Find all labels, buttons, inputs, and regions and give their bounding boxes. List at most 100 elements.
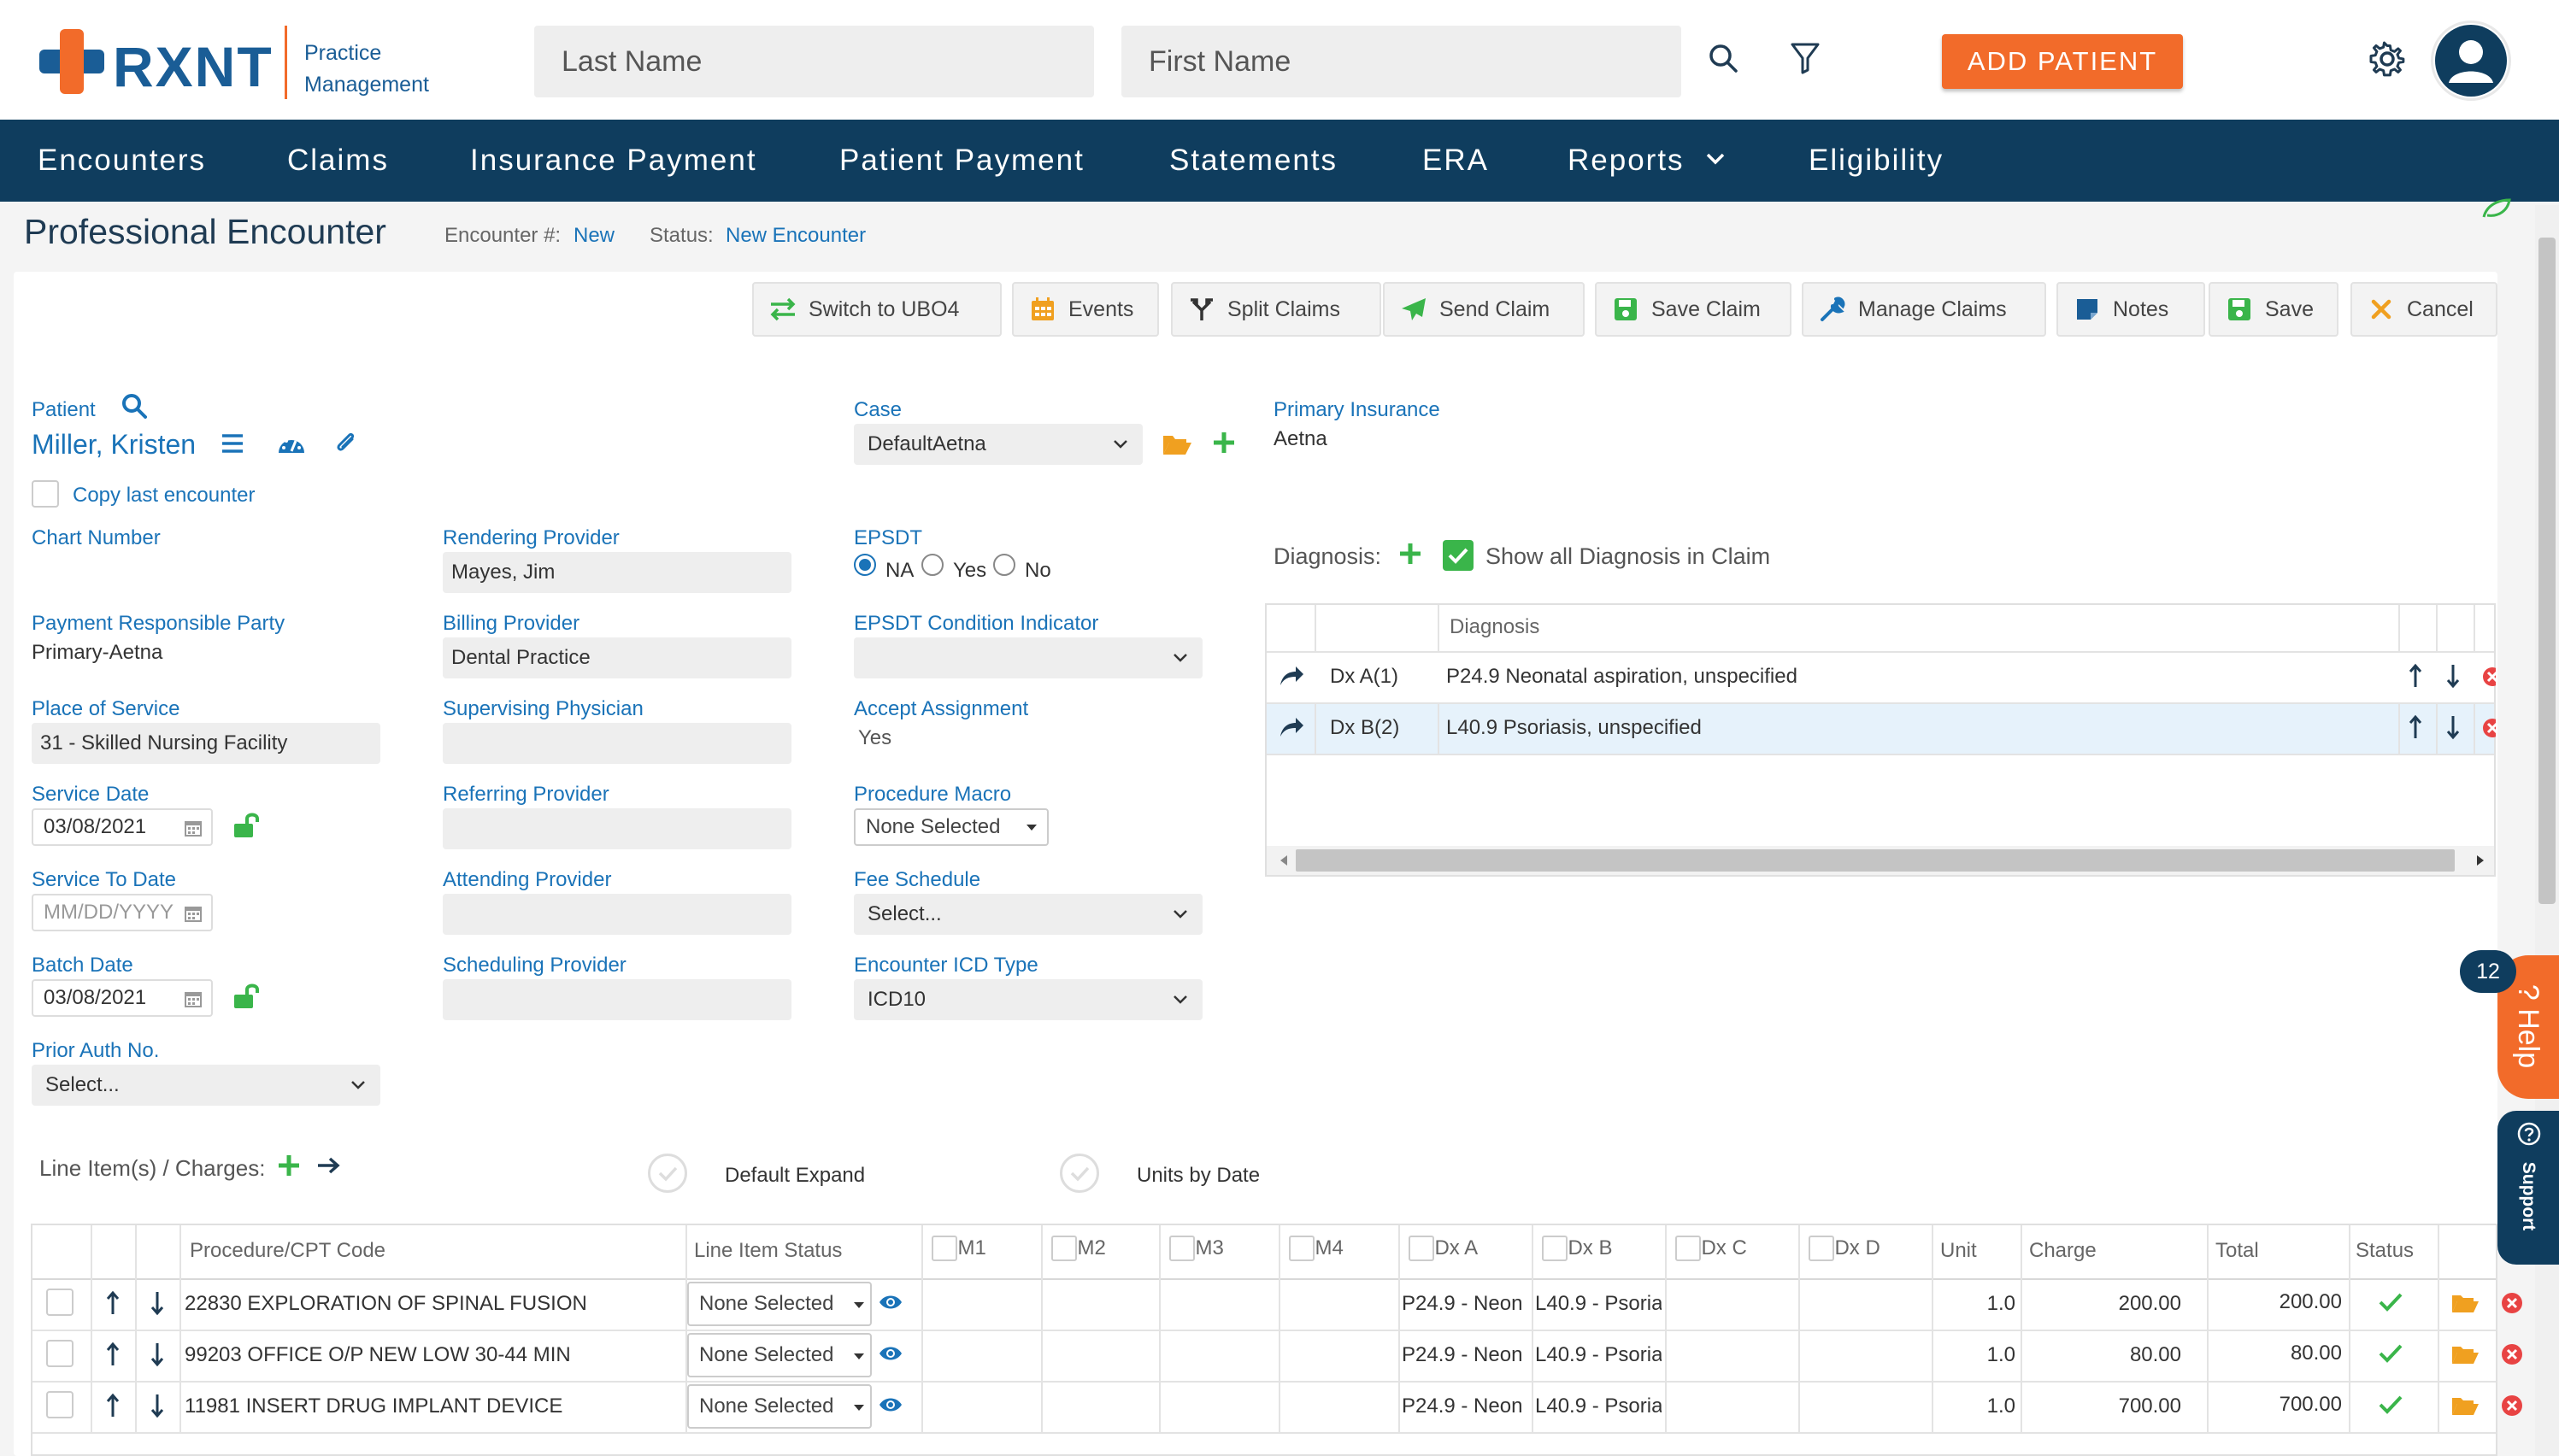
m2-header-checkbox[interactable] <box>1051 1236 1077 1261</box>
unlock-icon[interactable] <box>232 983 260 1010</box>
m1-header-checkbox[interactable] <box>932 1236 957 1261</box>
eye-icon[interactable] <box>879 1345 903 1362</box>
referring-provider-field[interactable] <box>443 808 791 849</box>
add-case-icon[interactable] <box>1212 431 1236 455</box>
nav-insurance-payment[interactable]: Insurance Payment <box>470 120 757 202</box>
folder-open-icon[interactable] <box>2451 1394 2479 1417</box>
manage-claims-button[interactable]: Manage Claims <box>1802 282 2046 337</box>
calendar-icon[interactable] <box>184 904 203 923</box>
arrow-right-icon[interactable] <box>316 1157 340 1174</box>
nav-encounters[interactable]: Encounters <box>38 120 206 202</box>
arrow-down-icon[interactable] <box>150 1290 164 1316</box>
charge-value[interactable]: 200.00 <box>2024 1292 2181 1316</box>
icd-type-select[interactable]: ICD10 <box>854 979 1203 1020</box>
show-all-diagnosis-checkbox[interactable] <box>1443 540 1474 571</box>
events-button[interactable]: Events <box>1012 282 1159 337</box>
page-scrollbar-thumb[interactable] <box>2538 238 2556 904</box>
dxc-header-checkbox[interactable] <box>1675 1236 1701 1261</box>
split-claims-button[interactable]: Split Claims <box>1171 282 1381 337</box>
filter-icon[interactable] <box>1786 39 1824 77</box>
m4-header-checkbox[interactable] <box>1289 1236 1315 1261</box>
dx-b-pointer[interactable]: L40.9 - Psoria <box>1535 1394 1662 1418</box>
default-expand-toggle[interactable] <box>648 1154 687 1193</box>
row-select-checkbox[interactable] <box>46 1340 74 1367</box>
remove-line-icon[interactable] <box>2501 1343 2523 1365</box>
show-all-diagnosis-label[interactable]: Show all Diagnosis in Claim <box>1485 543 1770 570</box>
folder-open-icon[interactable] <box>1162 432 1191 456</box>
nav-eligibility[interactable]: Eligibility <box>1809 120 1944 202</box>
arrow-down-icon[interactable] <box>150 1342 164 1367</box>
notes-button[interactable]: Notes <box>2056 282 2205 337</box>
last-name-input[interactable] <box>534 26 1094 97</box>
units-by-date-toggle[interactable] <box>1060 1154 1099 1193</box>
remove-line-icon[interactable] <box>2501 1394 2523 1417</box>
supervising-physician-field[interactable] <box>443 723 791 764</box>
unit-value[interactable]: 1.0 <box>1935 1394 2015 1418</box>
dx-b-pointer[interactable]: L40.9 - Psoria <box>1535 1292 1662 1316</box>
dxa-header-checkbox[interactable] <box>1409 1236 1434 1261</box>
arrow-up-icon[interactable] <box>2409 663 2422 689</box>
support-tab[interactable]: Support <box>2497 1111 2559 1265</box>
menu-icon[interactable] <box>221 432 244 455</box>
share-arrow-icon[interactable] <box>1279 716 1304 738</box>
patient-search-icon[interactable] <box>121 393 147 419</box>
nav-patient-payment[interactable]: Patient Payment <box>839 120 1085 202</box>
dx-a-pointer[interactable]: P24.9 - Neon <box>1402 1394 1528 1418</box>
place-of-service-field[interactable]: 31 - Skilled Nursing Facility <box>32 723 380 764</box>
procedure-code[interactable]: 99203 OFFICE O/P NEW LOW 30-44 MIN <box>185 1343 571 1367</box>
arrow-down-icon[interactable] <box>2446 663 2460 689</box>
add-patient-button[interactable]: ADD PATIENT <box>1942 34 2183 89</box>
share-arrow-icon[interactable] <box>1279 665 1304 687</box>
service-to-date-input[interactable]: MM/DD/YYYY <box>32 894 213 931</box>
batch-date-input[interactable]: 03/08/2021 <box>32 979 213 1017</box>
prior-auth-select[interactable]: Select... <box>32 1065 380 1106</box>
epsdt-condition-select[interactable] <box>854 637 1203 678</box>
unlock-icon[interactable] <box>232 812 260 839</box>
save-button[interactable]: Save <box>2209 282 2338 337</box>
gear-icon[interactable] <box>2366 38 2409 80</box>
line-item-status-select[interactable]: None Selected <box>687 1282 872 1326</box>
first-name-input[interactable] <box>1121 26 1681 97</box>
scroll-left-icon[interactable] <box>1279 854 1289 866</box>
scroll-right-icon[interactable] <box>2475 854 2485 866</box>
remove-diagnosis-icon[interactable] <box>2482 718 2496 738</box>
arrow-down-icon[interactable] <box>150 1393 164 1418</box>
arrow-up-icon[interactable] <box>2409 714 2422 740</box>
chevron-down-icon[interactable] <box>1706 152 1725 166</box>
billing-provider-field[interactable]: Dental Practice <box>443 637 791 678</box>
user-avatar[interactable] <box>2431 21 2511 101</box>
arrow-up-icon[interactable] <box>106 1290 120 1316</box>
dxb-header-checkbox[interactable] <box>1542 1236 1568 1261</box>
attending-provider-field[interactable] <box>443 894 791 935</box>
calendar-icon[interactable] <box>184 819 203 837</box>
nav-reports[interactable]: Reports <box>1568 120 1685 202</box>
case-select[interactable]: DefaultAetna <box>854 424 1143 465</box>
save-claim-button[interactable]: Save Claim <box>1595 282 1791 337</box>
search-icon[interactable] <box>1704 39 1742 77</box>
nav-statements[interactable]: Statements <box>1169 120 1338 202</box>
add-line-item-icon[interactable] <box>277 1154 301 1177</box>
diagnosis-scrollbar-thumb[interactable] <box>1296 849 2455 872</box>
cancel-button[interactable]: Cancel <box>2350 282 2497 337</box>
fee-schedule-select[interactable]: Select... <box>854 894 1203 935</box>
calendar-icon[interactable] <box>184 989 203 1008</box>
dx-a-pointer[interactable]: P24.9 - Neon <box>1402 1343 1528 1367</box>
add-diagnosis-icon[interactable] <box>1398 542 1422 566</box>
rendering-provider-field[interactable]: Mayes, Jim <box>443 552 791 593</box>
procedure-code[interactable]: 22830 EXPLORATION OF SPINAL FUSION <box>185 1292 587 1316</box>
copy-last-checkbox[interactable] <box>32 480 59 508</box>
switch-ub04-button[interactable]: Switch to UBO4 <box>752 282 1002 337</box>
folder-open-icon[interactable] <box>2451 1343 2479 1365</box>
epsdt-radio-yes[interactable] <box>921 554 944 576</box>
dashboard-icon[interactable] <box>277 431 306 456</box>
paperclip-icon[interactable] <box>333 429 357 456</box>
m3-header-checkbox[interactable] <box>1169 1236 1195 1261</box>
arrow-down-icon[interactable] <box>2446 714 2460 740</box>
eye-icon[interactable] <box>879 1396 903 1413</box>
line-item-status-select[interactable]: None Selected <box>687 1384 872 1429</box>
scheduling-provider-field[interactable] <box>443 979 791 1020</box>
folder-open-icon[interactable] <box>2451 1292 2479 1314</box>
charge-value[interactable]: 700.00 <box>2024 1394 2181 1418</box>
help-badge[interactable]: 12 <box>2460 950 2516 993</box>
dxd-header-checkbox[interactable] <box>1809 1236 1834 1261</box>
